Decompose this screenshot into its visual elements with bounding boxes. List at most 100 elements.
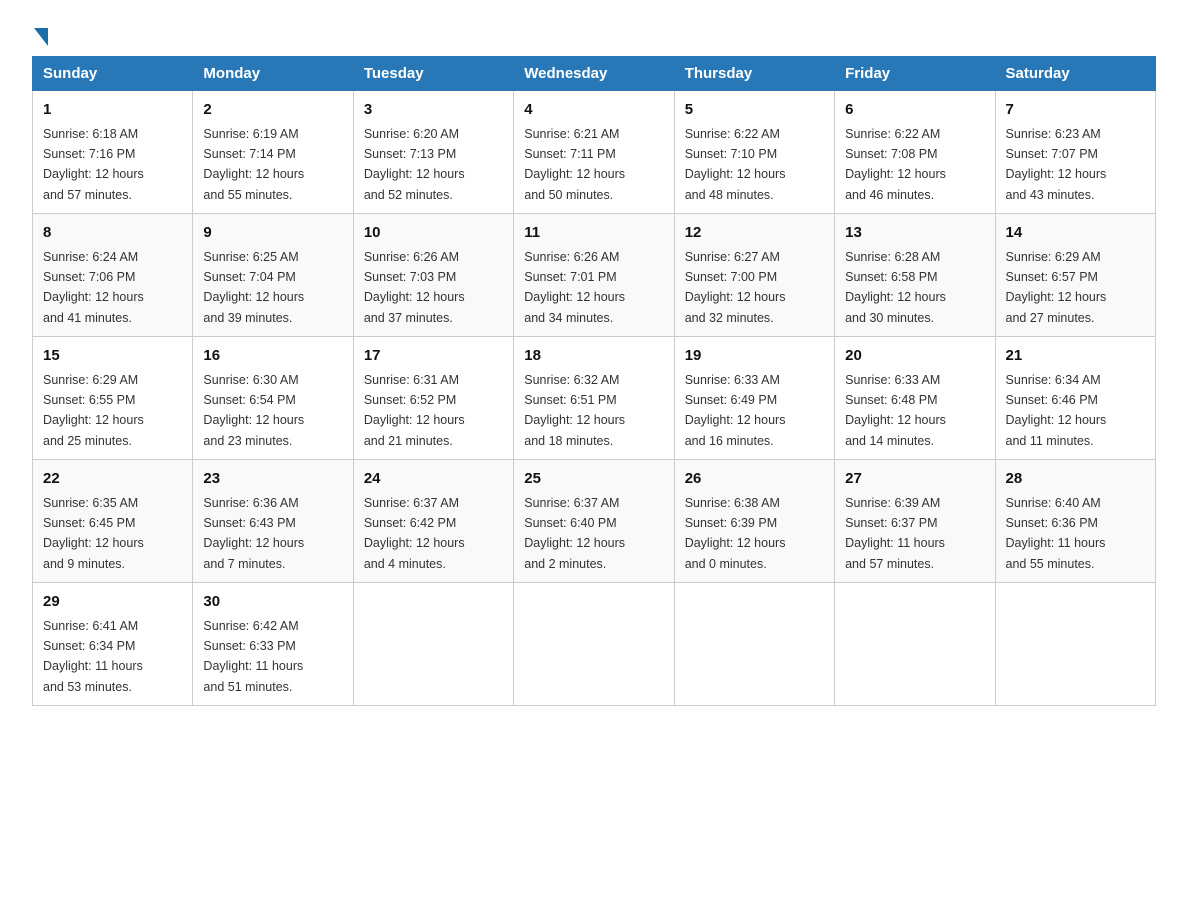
day-cell: 21 Sunrise: 6:34 AMSunset: 6:46 PMDayligh… [995, 337, 1155, 460]
day-number: 2 [203, 99, 342, 122]
day-cell: 30 Sunrise: 6:42 AMSunset: 6:33 PMDayligh… [193, 583, 353, 706]
day-number: 11 [524, 222, 663, 245]
day-info: Sunrise: 6:35 AMSunset: 6:45 PMDaylight:… [43, 496, 144, 571]
day-cell: 3 Sunrise: 6:20 AMSunset: 7:13 PMDaylight… [353, 91, 513, 214]
day-number: 20 [845, 345, 984, 368]
page-header [32, 24, 1156, 40]
week-row-5: 29 Sunrise: 6:41 AMSunset: 6:34 PMDayligh… [33, 583, 1156, 706]
day-cell: 1Sunrise: 6:18 AMSunset: 7:16 PMDaylight… [33, 91, 193, 214]
day-info: Sunrise: 6:23 AMSunset: 7:07 PMDaylight:… [1006, 127, 1107, 202]
day-number: 24 [364, 468, 503, 491]
day-info: Sunrise: 6:42 AMSunset: 6:33 PMDaylight:… [203, 619, 303, 694]
day-info: Sunrise: 6:25 AMSunset: 7:04 PMDaylight:… [203, 250, 304, 325]
day-number: 21 [1006, 345, 1145, 368]
day-info: Sunrise: 6:24 AMSunset: 7:06 PMDaylight:… [43, 250, 144, 325]
day-info: Sunrise: 6:31 AMSunset: 6:52 PMDaylight:… [364, 373, 465, 448]
day-cell: 11 Sunrise: 6:26 AMSunset: 7:01 PMDayligh… [514, 214, 674, 337]
day-cell: 8 Sunrise: 6:24 AMSunset: 7:06 PMDaylight… [33, 214, 193, 337]
day-cell: 9 Sunrise: 6:25 AMSunset: 7:04 PMDaylight… [193, 214, 353, 337]
header-saturday: Saturday [995, 57, 1155, 91]
day-cell [514, 583, 674, 706]
day-cell: 13 Sunrise: 6:28 AMSunset: 6:58 PMDayligh… [835, 214, 995, 337]
week-row-3: 15Sunrise: 6:29 AMSunset: 6:55 PMDayligh… [33, 337, 1156, 460]
day-cell: 29 Sunrise: 6:41 AMSunset: 6:34 PMDayligh… [33, 583, 193, 706]
header-wednesday: Wednesday [514, 57, 674, 91]
days-header-row: SundayMondayTuesdayWednesdayThursdayFrid… [33, 57, 1156, 91]
day-cell [674, 583, 834, 706]
day-cell: 12Sunrise: 6:27 AMSunset: 7:00 PMDayligh… [674, 214, 834, 337]
day-number: 5 [685, 99, 824, 122]
day-info: Sunrise: 6:39 AMSunset: 6:37 PMDaylight:… [845, 496, 945, 571]
day-number: 16 [203, 345, 342, 368]
header-sunday: Sunday [33, 57, 193, 91]
day-cell [995, 583, 1155, 706]
day-cell: 14Sunrise: 6:29 AMSunset: 6:57 PMDayligh… [995, 214, 1155, 337]
day-cell: 26Sunrise: 6:38 AMSunset: 6:39 PMDayligh… [674, 460, 834, 583]
day-info: Sunrise: 6:26 AMSunset: 7:03 PMDaylight:… [364, 250, 465, 325]
day-number: 4 [524, 99, 663, 122]
day-cell [835, 583, 995, 706]
day-cell: 23Sunrise: 6:36 AMSunset: 6:43 PMDayligh… [193, 460, 353, 583]
day-number: 19 [685, 345, 824, 368]
week-row-1: 1Sunrise: 6:18 AMSunset: 7:16 PMDaylight… [33, 91, 1156, 214]
day-info: Sunrise: 6:29 AMSunset: 6:57 PMDaylight:… [1006, 250, 1107, 325]
day-number: 30 [203, 591, 342, 614]
day-info: Sunrise: 6:41 AMSunset: 6:34 PMDaylight:… [43, 619, 143, 694]
day-cell: 6 Sunrise: 6:22 AMSunset: 7:08 PMDaylight… [835, 91, 995, 214]
week-row-4: 22 Sunrise: 6:35 AMSunset: 6:45 PMDayligh… [33, 460, 1156, 583]
day-info: Sunrise: 6:33 AMSunset: 6:48 PMDaylight:… [845, 373, 946, 448]
day-info: Sunrise: 6:27 AMSunset: 7:00 PMDaylight:… [685, 250, 786, 325]
day-cell: 16Sunrise: 6:30 AMSunset: 6:54 PMDayligh… [193, 337, 353, 460]
day-number: 27 [845, 468, 984, 491]
day-number: 28 [1006, 468, 1145, 491]
day-info: Sunrise: 6:26 AMSunset: 7:01 PMDaylight:… [524, 250, 625, 325]
day-info: Sunrise: 6:22 AMSunset: 7:10 PMDaylight:… [685, 127, 786, 202]
day-info: Sunrise: 6:22 AMSunset: 7:08 PMDaylight:… [845, 127, 946, 202]
day-number: 18 [524, 345, 663, 368]
day-info: Sunrise: 6:37 AMSunset: 6:40 PMDaylight:… [524, 496, 625, 571]
day-cell: 19Sunrise: 6:33 AMSunset: 6:49 PMDayligh… [674, 337, 834, 460]
day-number: 8 [43, 222, 182, 245]
logo [32, 24, 48, 40]
day-cell: 4 Sunrise: 6:21 AMSunset: 7:11 PMDaylight… [514, 91, 674, 214]
day-cell [353, 583, 513, 706]
logo-arrow-icon [34, 28, 48, 46]
day-number: 17 [364, 345, 503, 368]
day-info: Sunrise: 6:40 AMSunset: 6:36 PMDaylight:… [1006, 496, 1106, 571]
day-cell: 27 Sunrise: 6:39 AMSunset: 6:37 PMDayligh… [835, 460, 995, 583]
day-number: 29 [43, 591, 182, 614]
day-cell: 28 Sunrise: 6:40 AMSunset: 6:36 PMDayligh… [995, 460, 1155, 583]
day-number: 10 [364, 222, 503, 245]
calendar-table: SundayMondayTuesdayWednesdayThursdayFrid… [32, 56, 1156, 706]
day-number: 22 [43, 468, 182, 491]
header-friday: Friday [835, 57, 995, 91]
day-number: 9 [203, 222, 342, 245]
header-thursday: Thursday [674, 57, 834, 91]
day-cell: 2 Sunrise: 6:19 AMSunset: 7:14 PMDaylight… [193, 91, 353, 214]
day-cell: 7 Sunrise: 6:23 AMSunset: 7:07 PMDaylight… [995, 91, 1155, 214]
day-info: Sunrise: 6:32 AMSunset: 6:51 PMDaylight:… [524, 373, 625, 448]
day-cell: 22 Sunrise: 6:35 AMSunset: 6:45 PMDayligh… [33, 460, 193, 583]
day-info: Sunrise: 6:36 AMSunset: 6:43 PMDaylight:… [203, 496, 304, 571]
day-cell: 24 Sunrise: 6:37 AMSunset: 6:42 PMDayligh… [353, 460, 513, 583]
day-number: 25 [524, 468, 663, 491]
day-cell: 20 Sunrise: 6:33 AMSunset: 6:48 PMDayligh… [835, 337, 995, 460]
header-monday: Monday [193, 57, 353, 91]
day-info: Sunrise: 6:21 AMSunset: 7:11 PMDaylight:… [524, 127, 625, 202]
day-number: 3 [364, 99, 503, 122]
day-number: 6 [845, 99, 984, 122]
day-cell: 5 Sunrise: 6:22 AMSunset: 7:10 PMDaylight… [674, 91, 834, 214]
day-cell: 10 Sunrise: 6:26 AMSunset: 7:03 PMDayligh… [353, 214, 513, 337]
day-number: 1 [43, 99, 182, 122]
week-row-2: 8 Sunrise: 6:24 AMSunset: 7:06 PMDaylight… [33, 214, 1156, 337]
day-info: Sunrise: 6:34 AMSunset: 6:46 PMDaylight:… [1006, 373, 1107, 448]
day-info: Sunrise: 6:19 AMSunset: 7:14 PMDaylight:… [203, 127, 304, 202]
day-number: 7 [1006, 99, 1145, 122]
day-info: Sunrise: 6:28 AMSunset: 6:58 PMDaylight:… [845, 250, 946, 325]
day-info: Sunrise: 6:20 AMSunset: 7:13 PMDaylight:… [364, 127, 465, 202]
day-number: 26 [685, 468, 824, 491]
day-info: Sunrise: 6:37 AMSunset: 6:42 PMDaylight:… [364, 496, 465, 571]
day-cell: 25 Sunrise: 6:37 AMSunset: 6:40 PMDayligh… [514, 460, 674, 583]
day-number: 13 [845, 222, 984, 245]
header-tuesday: Tuesday [353, 57, 513, 91]
